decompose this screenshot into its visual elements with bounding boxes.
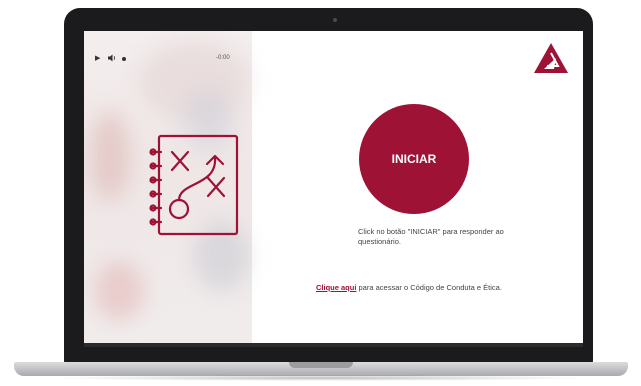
code-of-conduct-text: para acessar o Código de Conduta e Ética…: [356, 283, 502, 292]
strategy-plan-icon: [147, 130, 243, 240]
code-of-conduct-line: Clique aqui para acessar o Código de Con…: [316, 283, 576, 292]
laptop-screen: ▶ -0:00 INICIAR Click no botão "INICIAR"…: [84, 31, 583, 347]
code-of-conduct-link[interactable]: Clique aqui: [316, 283, 356, 292]
triangle-logo-icon: [534, 43, 568, 73]
audio-time: -0:00: [216, 55, 230, 61]
camera-dot: [333, 18, 337, 22]
play-icon[interactable]: ▶: [95, 54, 100, 62]
screen-bezel-bottom: [84, 343, 583, 347]
volume-icon[interactable]: [108, 54, 117, 64]
audio-player[interactable]: ▶ -0:00: [94, 54, 244, 68]
laptop-notch: [289, 362, 353, 368]
laptop-shadow: [50, 375, 590, 381]
instructions-text: Click no botão "INICIAR" para responder …: [358, 227, 504, 246]
start-button[interactable]: INICIAR: [359, 104, 469, 214]
progress-handle[interactable]: [122, 57, 126, 61]
